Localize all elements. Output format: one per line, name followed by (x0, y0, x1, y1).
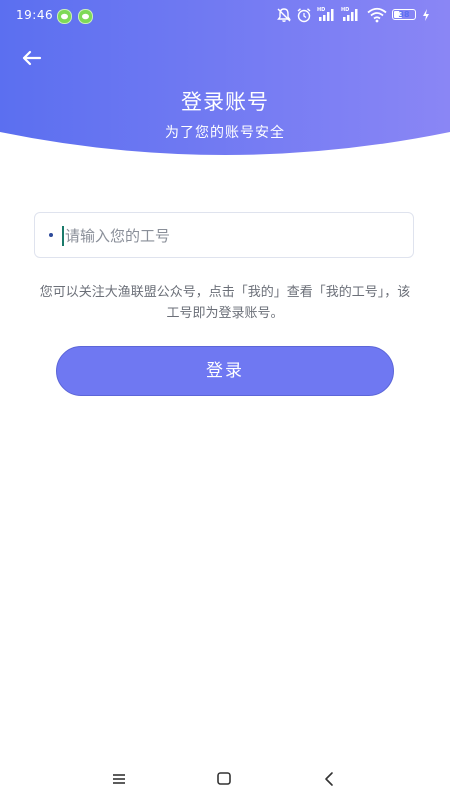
header: 19:46 HD HD 38 登录账号 为了您的账号安全 (0, 0, 450, 160)
menu-icon[interactable] (107, 769, 131, 789)
charging-icon (423, 9, 429, 21)
text-cursor (62, 226, 64, 246)
page-subtitle: 为了您的账号安全 (165, 125, 285, 141)
alarm-icon (297, 8, 311, 23)
employee-id-input[interactable] (65, 221, 395, 251)
battery-icon: 38 (392, 9, 416, 20)
wechat-icon (57, 9, 72, 24)
system-nav-bar (0, 760, 450, 800)
status-time: 19:46 (16, 8, 54, 22)
required-dot-icon (49, 233, 53, 237)
back-chevron-icon[interactable] (318, 769, 342, 789)
login-hint: 您可以关注大渔联盟公众号，点击「我的」查看「我的工号」，该工号即为登录账号。 (39, 285, 411, 321)
signal-icon (319, 9, 334, 21)
employee-id-field-container (34, 212, 414, 258)
signal-icon (343, 9, 358, 21)
wechat-icon (78, 9, 93, 24)
status-bar: 19:46 HD HD 38 (0, 0, 450, 30)
page-title: 登录账号 (181, 90, 269, 114)
login-button[interactable]: 登录 (56, 346, 394, 396)
arrow-left-icon[interactable] (20, 46, 44, 70)
home-square-icon[interactable] (212, 769, 236, 789)
mute-icon (277, 8, 291, 22)
wifi-icon (367, 7, 387, 23)
battery-level: 38 (398, 10, 410, 19)
